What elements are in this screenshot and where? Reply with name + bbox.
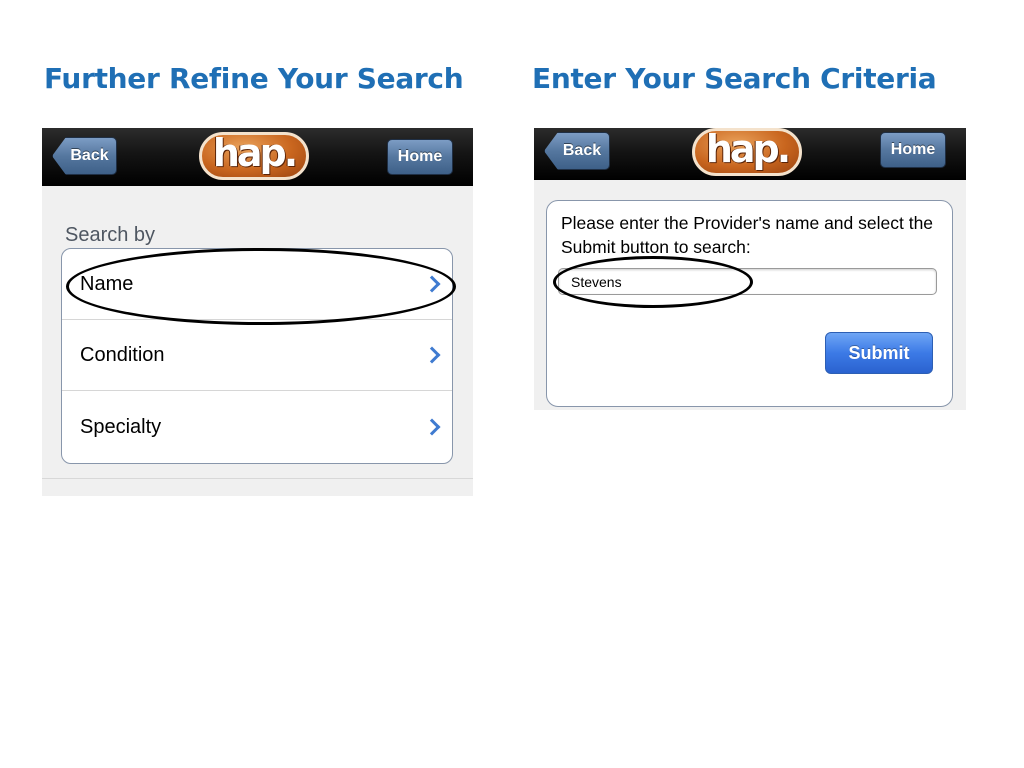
home-button[interactable]: Home <box>387 139 453 175</box>
hap-logo: hap. <box>692 128 802 176</box>
back-button[interactable]: Back <box>52 137 117 175</box>
list-item-specialty[interactable]: Specialty <box>62 391 452 463</box>
submit-button[interactable]: Submit <box>825 332 933 374</box>
instruction-text: Please enter the Provider's name and sel… <box>561 213 934 257</box>
divider <box>42 478 473 479</box>
list-item-condition[interactable]: Condition <box>62 320 452 391</box>
slide-title-right: Enter Your Search Criteria <box>532 62 937 95</box>
navbar: Back hap. Home <box>534 128 966 180</box>
back-button[interactable]: Back <box>544 132 610 170</box>
logo-text: hap. <box>705 128 791 171</box>
logo-text: hap. <box>212 131 298 175</box>
list-item-name[interactable]: Name <box>62 249 452 320</box>
list-item-label: Specialty <box>80 415 162 438</box>
search-by-list: Name Condition Specialty <box>61 248 453 464</box>
list-item-label: Name <box>80 272 134 295</box>
search-criteria-screen: Back hap. Home Please enter the Provider… <box>534 128 966 410</box>
list-item-label: Condition <box>80 343 165 366</box>
search-by-label: Search by <box>65 224 156 246</box>
slide-title-left: Further Refine Your Search <box>44 62 464 95</box>
search-form: Please enter the Provider's name and sel… <box>546 200 953 407</box>
navbar: Back hap. Home <box>42 128 473 186</box>
refine-search-screen: Back hap. Home Search by Name Condition … <box>42 128 473 496</box>
home-button[interactable]: Home <box>880 132 946 168</box>
chevron-right-icon <box>423 346 441 364</box>
chevron-right-icon <box>423 275 441 293</box>
provider-name-input[interactable] <box>558 268 937 295</box>
hap-logo: hap. <box>199 132 309 180</box>
chevron-right-icon <box>423 418 441 436</box>
